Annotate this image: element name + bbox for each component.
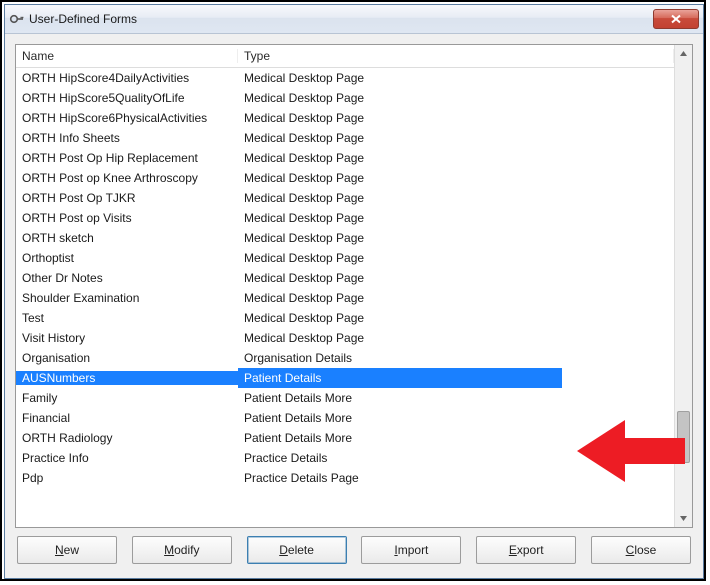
cell-name: Shoulder Examination (16, 291, 238, 305)
close-button[interactable]: Close (591, 536, 691, 564)
list-header: Name Type (16, 45, 674, 68)
table-row[interactable]: ORTH HipScore6PhysicalActivitiesMedical … (16, 108, 674, 128)
cell-type: Medical Desktop Page (238, 91, 674, 105)
cell-type: Patient Details More (238, 391, 674, 405)
cell-type: Medical Desktop Page (238, 231, 674, 245)
cell-name: Test (16, 311, 238, 325)
table-row[interactable]: FamilyPatient Details More (16, 388, 674, 408)
cell-name: Pdp (16, 471, 238, 485)
titlebar: User-Defined Forms (5, 5, 703, 34)
forms-list[interactable]: Name Type ORTH HipScore4DailyActivitiesM… (15, 44, 693, 528)
cell-type: Medical Desktop Page (238, 251, 674, 265)
scroll-thumb[interactable] (677, 411, 690, 463)
table-row[interactable]: ORTH HipScore4DailyActivitiesMedical Des… (16, 68, 674, 88)
cell-type: Patient Details (238, 368, 674, 388)
cell-name: ORTH Post op Visits (16, 211, 238, 225)
table-row[interactable]: ORTH Post Op TJKRMedical Desktop Page (16, 188, 674, 208)
client-area: Name Type ORTH HipScore4DailyActivitiesM… (5, 34, 703, 578)
table-row[interactable]: PdpPractice Details Page (16, 468, 674, 488)
cell-name: ORTH Radiology (16, 431, 238, 445)
cell-name: ORTH Post op Knee Arthroscopy (16, 171, 238, 185)
window-title: User-Defined Forms (29, 12, 653, 26)
app-icon (9, 11, 25, 27)
table-row[interactable]: Shoulder ExaminationMedical Desktop Page (16, 288, 674, 308)
table-row[interactable]: ORTH Post op VisitsMedical Desktop Page (16, 208, 674, 228)
table-row[interactable]: ORTH Info SheetsMedical Desktop Page (16, 128, 674, 148)
cell-type: Patient Details More (238, 411, 674, 425)
cell-name: Orthoptist (16, 251, 238, 265)
window-close-button[interactable] (653, 9, 699, 29)
modify-button[interactable]: Modify (132, 536, 232, 564)
cell-name: ORTH HipScore4DailyActivities (16, 71, 238, 85)
table-row[interactable]: ORTH sketchMedical Desktop Page (16, 228, 674, 248)
cell-name: AUSNumbers (16, 371, 238, 385)
cell-name: ORTH Post Op Hip Replacement (16, 151, 238, 165)
table-row[interactable]: OrthoptistMedical Desktop Page (16, 248, 674, 268)
column-header-type[interactable]: Type (238, 49, 674, 63)
cell-type: Organisation Details (238, 351, 674, 365)
table-row[interactable]: Visit HistoryMedical Desktop Page (16, 328, 674, 348)
scroll-up-arrow-icon[interactable] (675, 45, 692, 62)
forms-list-inner: Name Type ORTH HipScore4DailyActivitiesM… (16, 45, 674, 527)
table-row[interactable]: FinancialPatient Details More (16, 408, 674, 428)
cell-type: Medical Desktop Page (238, 271, 674, 285)
column-header-name[interactable]: Name (16, 49, 238, 63)
cell-name: ORTH Info Sheets (16, 131, 238, 145)
cell-name: ORTH Post Op TJKR (16, 191, 238, 205)
table-row[interactable]: ORTH HipScore5QualityOfLifeMedical Deskt… (16, 88, 674, 108)
cell-type: Medical Desktop Page (238, 191, 674, 205)
cell-name: Other Dr Notes (16, 271, 238, 285)
cell-name: Organisation (16, 351, 238, 365)
cell-type: Medical Desktop Page (238, 291, 674, 305)
table-row[interactable]: ORTH Post Op Hip ReplacementMedical Desk… (16, 148, 674, 168)
cell-type: Patient Details More (238, 431, 674, 445)
import-button[interactable]: Import (361, 536, 461, 564)
scroll-down-arrow-icon[interactable] (675, 510, 692, 527)
table-row[interactable]: OrganisationOrganisation Details (16, 348, 674, 368)
scroll-track[interactable] (675, 62, 692, 510)
table-row[interactable]: ORTH Post op Knee ArthroscopyMedical Des… (16, 168, 674, 188)
cell-type: Medical Desktop Page (238, 331, 674, 345)
cell-name: Practice Info (16, 451, 238, 465)
cell-type: Medical Desktop Page (238, 111, 674, 125)
close-icon (670, 14, 682, 24)
cell-type: Medical Desktop Page (238, 131, 674, 145)
table-row[interactable]: ORTH RadiologyPatient Details More (16, 428, 674, 448)
cell-type: Medical Desktop Page (238, 311, 674, 325)
cell-type: Medical Desktop Page (238, 171, 674, 185)
cell-name: Visit History (16, 331, 238, 345)
screenshot-frame: User-Defined Forms Name Type ORTH (0, 0, 706, 581)
table-row[interactable]: Other Dr NotesMedical Desktop Page (16, 268, 674, 288)
vertical-scrollbar[interactable] (674, 45, 692, 527)
cell-type: Practice Details Page (238, 471, 674, 485)
button-row: New Modify Delete Import Export Close (15, 528, 693, 568)
list-body: ORTH HipScore4DailyActivitiesMedical Des… (16, 68, 674, 488)
cell-name: Family (16, 391, 238, 405)
table-row[interactable]: TestMedical Desktop Page (16, 308, 674, 328)
cell-type: Medical Desktop Page (238, 151, 674, 165)
table-row[interactable]: AUSNumbersPatient Details (16, 368, 674, 388)
dialog-window: User-Defined Forms Name Type ORTH (4, 4, 704, 579)
cell-name: Financial (16, 411, 238, 425)
cell-name: ORTH sketch (16, 231, 238, 245)
export-button[interactable]: Export (476, 536, 576, 564)
cell-type: Medical Desktop Page (238, 211, 674, 225)
cell-name: ORTH HipScore5QualityOfLife (16, 91, 238, 105)
delete-button[interactable]: Delete (247, 536, 347, 564)
cell-type: Practice Details (238, 451, 674, 465)
cell-name: ORTH HipScore6PhysicalActivities (16, 111, 238, 125)
cell-type: Medical Desktop Page (238, 71, 674, 85)
table-row[interactable]: Practice InfoPractice Details (16, 448, 674, 468)
new-button[interactable]: New (17, 536, 117, 564)
